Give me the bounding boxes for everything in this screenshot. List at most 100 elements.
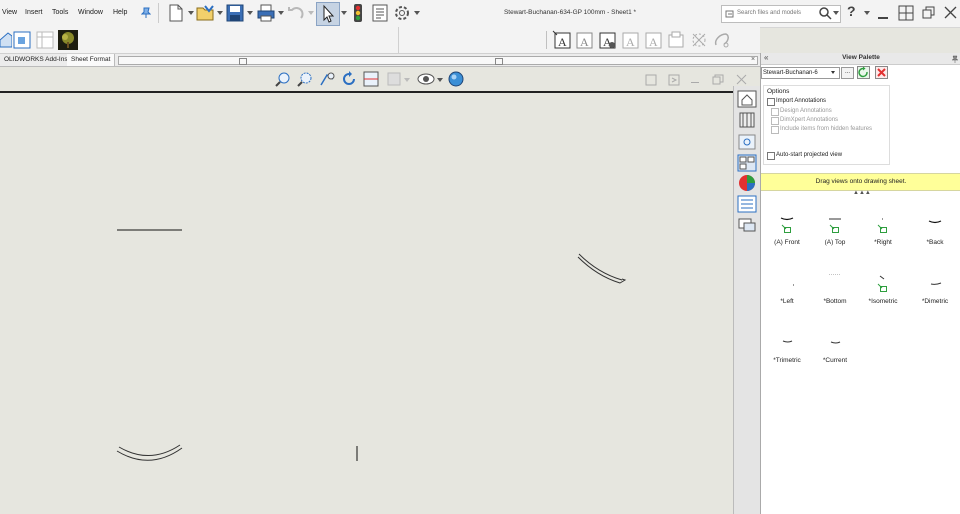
note-annotation-icon[interactable]: A (552, 30, 572, 50)
view-palette-icon[interactable] (737, 154, 757, 172)
pin-icon[interactable] (951, 55, 959, 63)
custom-properties-icon[interactable] (737, 195, 757, 213)
hide-show-caret[interactable] (437, 78, 443, 82)
doc-close-icon[interactable] (736, 74, 747, 85)
options-gear-icon[interactable] (392, 3, 412, 23)
file-properties-icon[interactable] (370, 3, 390, 23)
palette-view-left[interactable]: *Left (763, 272, 811, 312)
help-dropdown-caret[interactable] (864, 11, 870, 15)
menu-insert[interactable]: Insert (25, 9, 43, 16)
ruler-marker[interactable] (239, 58, 247, 65)
solidworks-forum-icon[interactable] (737, 216, 757, 234)
undo-dropdown-caret[interactable] (308, 11, 314, 15)
chevron-down-icon[interactable] (831, 71, 835, 74)
palette-view-back[interactable]: *Back (911, 213, 959, 253)
ruler-marker[interactable] (495, 58, 503, 65)
appearance-sphere-icon[interactable] (448, 71, 464, 87)
drag-views-banner: Drag views onto drawing sheet. (761, 173, 960, 191)
zoom-to-area-icon[interactable] (297, 71, 313, 87)
palette-view-front[interactable]: (A) Front (763, 213, 811, 253)
doc-restore-icon[interactable] (712, 74, 724, 86)
palette-view-current[interactable]: *Current (811, 331, 859, 371)
restore-window-icon[interactable] (922, 6, 935, 19)
select-dropdown-caret[interactable] (341, 11, 347, 15)
previous-view-icon[interactable] (319, 71, 335, 87)
search-icon[interactable] (818, 6, 832, 20)
sheet-format-icon[interactable] (36, 31, 54, 49)
display-style-icon[interactable] (386, 71, 402, 87)
select-cursor-icon[interactable] (317, 3, 339, 25)
view-layout-split-icon[interactable] (668, 74, 680, 86)
geometric-tolerance-icon[interactable]: A (643, 30, 663, 50)
pin-icon[interactable] (141, 7, 151, 19)
drawing-sheet[interactable] (0, 93, 733, 514)
import-annotations-checkbox[interactable] (767, 98, 775, 106)
palette-view-trimetric[interactable]: *Trimetric (763, 331, 811, 371)
browse-button[interactable]: ... (841, 67, 854, 79)
document-select[interactable]: Stewart-Buchanan-6 (761, 67, 840, 79)
new-dropdown-caret[interactable] (188, 11, 194, 15)
zoom-to-fit-icon[interactable] (275, 71, 291, 87)
view-layout-icon[interactable] (13, 31, 31, 49)
hole-callout-icon[interactable] (689, 30, 709, 50)
refresh-icon[interactable] (857, 66, 870, 79)
hide-show-items-icon[interactable] (417, 71, 435, 87)
surface-finish-icon[interactable]: A (597, 30, 617, 50)
curved-view-bottom[interactable] (118, 444, 181, 456)
collapse-arrows-icon[interactable]: ▲▲▲ (853, 190, 871, 196)
section-view-icon[interactable] (363, 71, 379, 87)
tile-window-icon[interactable] (898, 5, 914, 21)
menu-help[interactable]: Help (113, 9, 127, 16)
options-group: Options Import Annotations Design Annota… (763, 85, 890, 165)
balloon-annotation-icon[interactable]: A (574, 30, 594, 50)
palette-view-isometric[interactable]: *Isometric (859, 272, 907, 312)
print-dropdown-caret[interactable] (278, 11, 284, 15)
file-explorer-icon[interactable] (737, 133, 757, 151)
design-library-icon[interactable] (737, 111, 757, 129)
tab-solidworks-addins[interactable]: OLIDWORKS Add-Ins (0, 54, 73, 66)
collapse-chevron-icon[interactable]: « (764, 53, 768, 62)
revision-cloud-icon[interactable] (712, 30, 732, 50)
search-dropdown-caret[interactable] (833, 11, 839, 15)
design-annotations-checkbox[interactable] (771, 108, 779, 116)
undo-icon[interactable] (286, 3, 306, 23)
close-window-icon[interactable] (944, 6, 957, 19)
palette-view-dimetric[interactable]: *Dimetric (911, 272, 959, 312)
display-style-caret[interactable] (404, 78, 410, 82)
trimetric-view-thumbnail (782, 340, 793, 343)
palette-view-bottom[interactable]: *Bottom (811, 272, 859, 312)
palette-view-top[interactable]: (A) Top (811, 213, 859, 253)
open-dropdown-caret[interactable] (217, 11, 223, 15)
solidworks-resources-icon[interactable] (737, 90, 757, 108)
dimxpert-annotations-checkbox[interactable] (771, 117, 779, 125)
doc-minimize-icon[interactable] (691, 82, 699, 83)
rebuild-traffic-light-icon[interactable] (348, 3, 368, 23)
command-toolbar: A A A A A (0, 27, 760, 54)
open-folder-icon[interactable] (195, 3, 215, 23)
home-view-icon[interactable] (0, 31, 12, 49)
select-tool-highlight[interactable] (316, 2, 340, 26)
datum-feature-icon[interactable] (666, 30, 686, 50)
weld-symbol-icon[interactable]: A (620, 30, 640, 50)
appearances-scenes-icon[interactable] (737, 174, 757, 192)
tree-thumbnail-icon[interactable] (58, 30, 78, 50)
close-icon[interactable]: × (751, 56, 755, 63)
view-layout-single-icon[interactable] (645, 74, 657, 86)
save-icon[interactable] (225, 3, 245, 23)
arc-edge-upper[interactable] (578, 253, 623, 281)
print-icon[interactable] (256, 3, 276, 23)
clear-all-icon[interactable] (875, 66, 888, 79)
new-document-icon[interactable] (166, 3, 186, 23)
help-question-icon[interactable]: ? (847, 3, 856, 19)
palette-view-right[interactable]: *Right (859, 213, 907, 253)
menu-tools[interactable]: Tools (52, 9, 68, 16)
tab-sheet-format[interactable]: Sheet Format (67, 54, 116, 66)
menu-window[interactable]: Window (78, 9, 103, 16)
hidden-features-checkbox[interactable] (771, 126, 779, 134)
auto-start-checkbox[interactable] (767, 152, 775, 160)
minimize-icon[interactable] (878, 17, 888, 19)
menu-view[interactable]: View (2, 9, 17, 16)
options-dropdown-caret[interactable] (414, 11, 420, 15)
rotate-view-icon[interactable] (341, 71, 357, 87)
save-dropdown-caret[interactable] (247, 11, 253, 15)
